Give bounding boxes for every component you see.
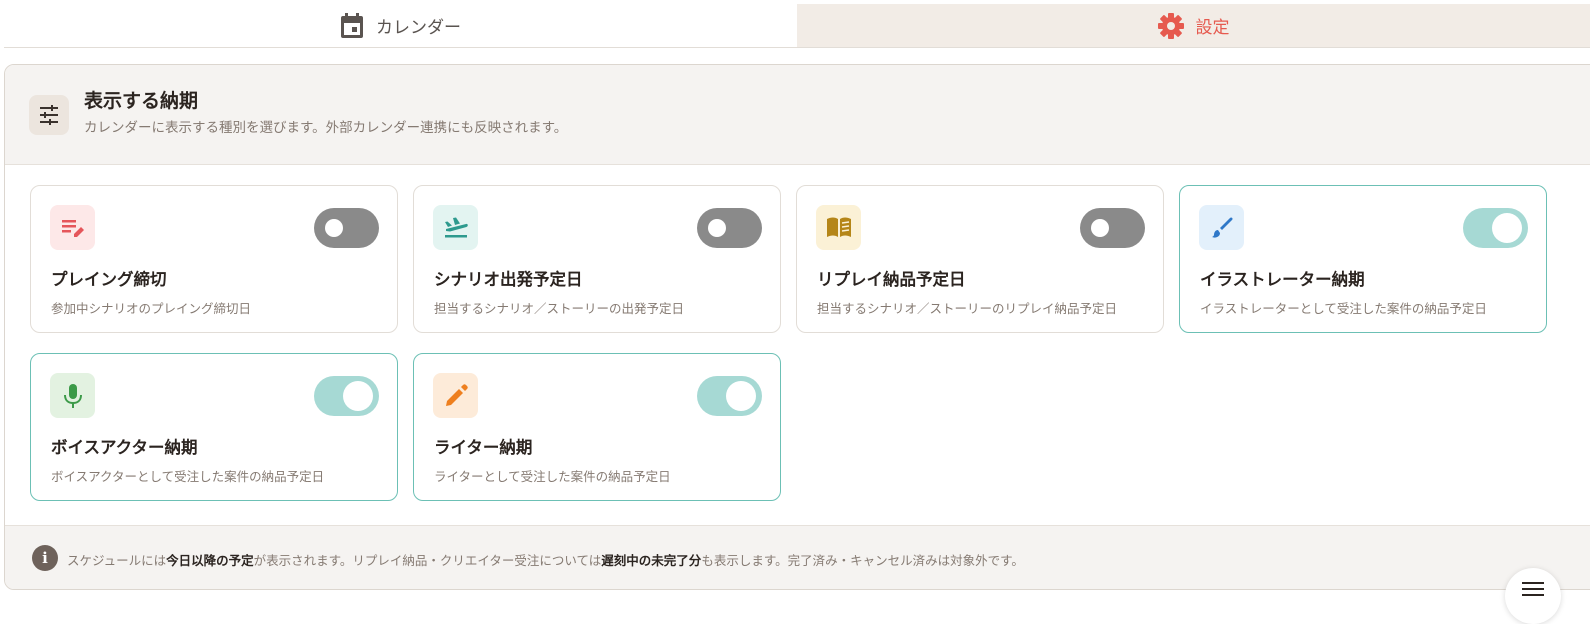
tab-bar: カレンダー 設定 bbox=[4, 4, 1590, 48]
card-scenario-departure: シナリオ出発予定日 担当するシナリオ／ストーリーの出発予定日 bbox=[413, 185, 781, 333]
toggle-knob bbox=[708, 219, 726, 237]
calendar-icon bbox=[340, 12, 364, 39]
toggle-knob bbox=[343, 381, 373, 411]
toggle-writer-deadline[interactable] bbox=[697, 376, 762, 416]
card-voice-actor-deadline: ボイスアクター納期 ボイスアクターとして受注した案件の納品予定日 bbox=[30, 353, 398, 501]
card-description: ボイスアクターとして受注した案件の納品予定日 bbox=[51, 469, 325, 484]
card-title: ボイスアクター納期 bbox=[51, 438, 198, 457]
tab-calendar[interactable]: カレンダー bbox=[4, 4, 797, 47]
card-replay-delivery: リプレイ納品予定日 担当するシナリオ／ストーリーのリプレイ納品予定日 bbox=[796, 185, 1164, 333]
toggle-knob bbox=[1492, 213, 1522, 243]
pencil-icon bbox=[433, 373, 478, 418]
card-title: ライター納期 bbox=[434, 438, 533, 457]
toggle-voice-actor-deadline[interactable] bbox=[314, 376, 379, 416]
toggle-replay-delivery[interactable] bbox=[1080, 208, 1145, 248]
flight-takeoff-icon bbox=[433, 205, 478, 250]
toggle-knob bbox=[1091, 219, 1109, 237]
toggle-knob bbox=[726, 381, 756, 411]
card-playing-deadline: プレイング締切 参加中シナリオのプレイング締切日 bbox=[30, 185, 398, 333]
toggle-playing-deadline[interactable] bbox=[314, 208, 379, 248]
book-icon bbox=[816, 205, 861, 250]
menu-icon bbox=[1522, 582, 1544, 600]
card-title: イラストレーター納期 bbox=[1200, 270, 1365, 289]
toggle-illustrator-deadline[interactable] bbox=[1463, 208, 1528, 248]
brush-icon bbox=[1199, 205, 1244, 250]
section-description: カレンダーに表示する種別を選びます。外部カレンダー連携にも反映されます。 bbox=[84, 120, 568, 136]
card-title: プレイング締切 bbox=[51, 270, 167, 289]
info-icon: i bbox=[32, 545, 58, 571]
tab-calendar-label: カレンダー bbox=[376, 18, 461, 38]
menu-button[interactable] bbox=[1505, 568, 1561, 624]
toggle-knob bbox=[325, 219, 343, 237]
gear-icon bbox=[1157, 12, 1184, 39]
card-description: 参加中シナリオのプレイング締切日 bbox=[51, 301, 252, 316]
tab-settings-label: 設定 bbox=[1195, 18, 1230, 38]
settings-panel: 表示する納期 カレンダーに表示する種別を選びます。外部カレンダー連携にも反映され… bbox=[4, 64, 1590, 590]
card-title: リプレイ納品予定日 bbox=[817, 270, 966, 289]
info-footer: i スケジュールには今日以降の予定が表示されます。リプレイ納品・クリエイター受注… bbox=[5, 525, 1590, 589]
card-description: 担当するシナリオ／ストーリーのリプレイ納品予定日 bbox=[817, 301, 1118, 316]
card-title: シナリオ出発予定日 bbox=[434, 270, 583, 289]
sliders-icon bbox=[29, 95, 69, 135]
tab-settings[interactable]: 設定 bbox=[797, 4, 1590, 47]
info-note: スケジュールには今日以降の予定が表示されます。リプレイ納品・クリエイター受注につ… bbox=[67, 553, 1024, 568]
card-description: イラストレーターとして受注した案件の納品予定日 bbox=[1200, 301, 1487, 316]
toggle-scenario-departure[interactable] bbox=[697, 208, 762, 248]
card-illustrator-deadline: イラストレーター納期 イラストレーターとして受注した案件の納品予定日 bbox=[1179, 185, 1547, 333]
playing-edit-icon bbox=[50, 205, 95, 250]
card-description: ライターとして受注した案件の納品予定日 bbox=[434, 469, 671, 484]
mic-icon bbox=[50, 373, 95, 418]
panel-header: 表示する納期 カレンダーに表示する種別を選びます。外部カレンダー連携にも反映され… bbox=[5, 65, 1590, 165]
card-description: 担当するシナリオ／ストーリーの出発予定日 bbox=[434, 301, 685, 316]
card-writer-deadline: ライター納期 ライターとして受注した案件の納品予定日 bbox=[413, 353, 781, 501]
section-title: 表示する納期 bbox=[84, 90, 199, 112]
